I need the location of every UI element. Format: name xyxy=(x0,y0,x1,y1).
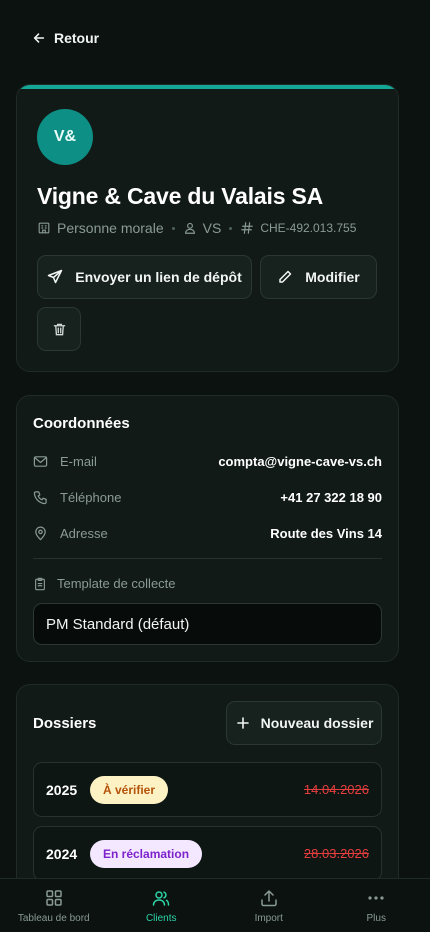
bottom-tab-bar: Tableau de bord Clients Import Plus xyxy=(0,878,430,932)
new-dossier-button[interactable]: Nouveau dossier xyxy=(226,701,382,745)
send-icon xyxy=(48,269,63,284)
email-row: E-mail compta@vigne-cave-vs.ch xyxy=(33,451,382,471)
client-uid: CHE-492.013.755 xyxy=(240,221,356,235)
dossier-deadline: 14.04.2026 xyxy=(303,782,369,797)
phone-value[interactable]: +41 27 322 18 90 xyxy=(280,490,382,505)
contact-card: Coordonnées E-mail compta@vigne-cave-vs.… xyxy=(16,395,399,662)
plus-icon xyxy=(236,717,249,729)
dossier-year: 2025 xyxy=(46,781,78,798)
dashboard-icon xyxy=(46,890,62,906)
hash-icon xyxy=(241,222,254,234)
separator-dot xyxy=(229,226,233,230)
back-link[interactable]: Retour xyxy=(32,28,99,48)
address-row: Adresse Route des Vins 14 xyxy=(33,523,382,543)
tab-dashboard[interactable]: Tableau de bord xyxy=(0,879,108,932)
address-value: Route des Vins 14 xyxy=(270,525,382,541)
user-icon xyxy=(184,222,195,234)
page-title: Vigne & Cave du Valais SA xyxy=(37,183,324,209)
client-profile-card: V& Vigne & Cave du Valais SA Personne mo… xyxy=(16,84,399,372)
more-icon xyxy=(368,896,384,900)
tab-import[interactable]: Import xyxy=(215,879,323,932)
dossier-year: 2024 xyxy=(46,845,78,862)
template-label: Template de collecte xyxy=(33,576,176,591)
send-deposit-link-button[interactable]: Envoyer un lien de dépôt xyxy=(37,255,252,299)
email-label: E-mail xyxy=(60,453,97,469)
map-pin-icon xyxy=(35,526,46,540)
edit-button[interactable]: Modifier xyxy=(260,255,377,299)
client-type: Personne morale xyxy=(37,220,164,236)
divider xyxy=(33,558,382,559)
dossiers-section-title: Dossiers xyxy=(33,715,97,732)
arrow-left-icon xyxy=(33,33,45,43)
clipboard-icon xyxy=(35,577,45,590)
dossier-row[interactable]: 2024 En réclamation 28.03.2026 xyxy=(33,826,382,881)
delete-button[interactable] xyxy=(37,307,81,351)
mail-icon xyxy=(33,455,48,467)
address-label: Adresse xyxy=(60,525,108,541)
tab-clients[interactable]: Clients xyxy=(108,879,216,932)
client-meta: Personne morale VS CHE-492.013.755 xyxy=(37,220,356,236)
separator-dot xyxy=(171,226,175,230)
client-canton: VS xyxy=(183,220,221,236)
tab-more[interactable]: Plus xyxy=(323,879,430,932)
template-select[interactable]: PM Standard (défaut) xyxy=(33,603,382,645)
phone-icon xyxy=(33,490,47,504)
building-icon xyxy=(38,222,50,234)
phone-label: Téléphone xyxy=(60,489,122,505)
contact-section-title: Coordonnées xyxy=(33,415,130,432)
dossier-row[interactable]: 2025 À vérifier 14.04.2026 xyxy=(33,762,382,817)
card-accent-bar xyxy=(17,85,398,89)
status-badge: À vérifier xyxy=(90,775,169,804)
email-value[interactable]: compta@vigne-cave-vs.ch xyxy=(218,454,382,469)
upload-icon xyxy=(261,890,277,907)
avatar: V& xyxy=(37,109,93,165)
pencil-icon xyxy=(279,270,292,283)
users-icon xyxy=(153,891,170,906)
status-badge: En réclamation xyxy=(90,839,203,868)
back-label: Retour xyxy=(54,30,100,46)
phone-row: Téléphone +41 27 322 18 90 xyxy=(33,487,382,507)
trash-icon xyxy=(53,323,65,335)
dossier-deadline: 28.03.2026 xyxy=(303,846,369,861)
